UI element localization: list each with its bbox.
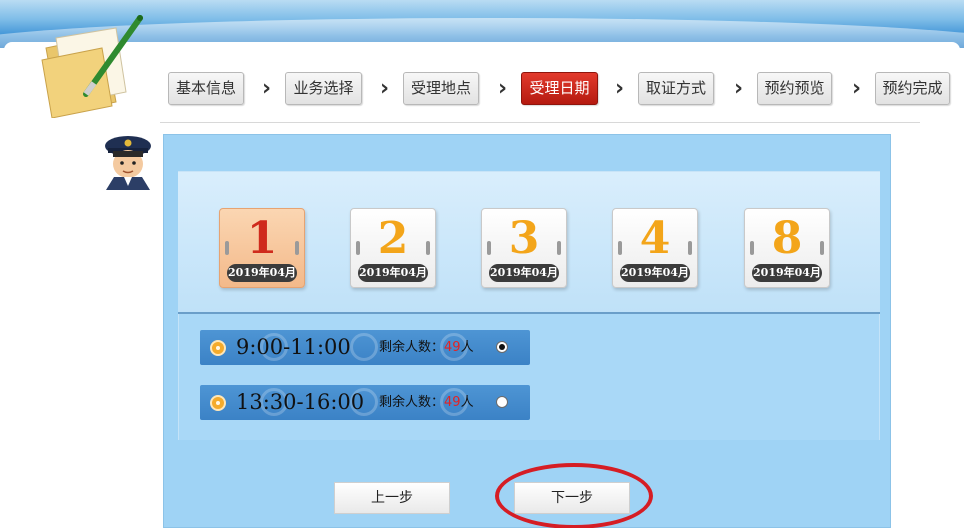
remaining-count: 49 — [444, 340, 461, 355]
date-month: 2019年04月 — [227, 264, 297, 282]
chevron-right-icon: › — [734, 76, 744, 101]
step-date[interactable]: 受理日期 — [521, 72, 598, 105]
clock-dot-icon — [210, 340, 226, 356]
remaining-label: 剩余人数： — [379, 395, 445, 410]
date-card-2[interactable]: 2 2019年04月 — [350, 208, 436, 288]
chevron-right-icon: › — [852, 76, 862, 101]
date-card-1[interactable]: 1 2019年04月 — [219, 208, 305, 288]
date-day: 2 — [377, 213, 409, 264]
date-card-3[interactable]: 3 2019年04月 — [481, 208, 567, 288]
chevron-right-icon: › — [615, 76, 625, 101]
date-month: 2019年04月 — [489, 264, 559, 282]
chevron-right-icon: › — [262, 76, 272, 101]
date-day: 1 — [246, 213, 278, 264]
folder-pen-icon — [41, 15, 143, 118]
date-day: 8 — [771, 213, 803, 264]
slot-radio[interactable] — [496, 341, 508, 353]
prev-step-button[interactable]: 上一步 — [334, 482, 450, 514]
date-card-8[interactable]: 8 2019年04月 — [744, 208, 830, 288]
chevron-right-icon: › — [498, 76, 508, 101]
step-basic-info[interactable]: 基本信息 — [168, 72, 244, 105]
remaining-label: 剩余人数： — [379, 340, 445, 355]
date-card-4[interactable]: 4 2019年04月 — [612, 208, 698, 288]
date-month: 2019年04月 — [752, 264, 822, 282]
step-navigation: 基本信息 › 业务选择 › 受理地点 › 受理日期 › 取证方式 › 预约预览 … — [168, 72, 958, 106]
slot-time: 13:30-16:00 — [236, 390, 365, 414]
watermark-icon — [350, 333, 378, 361]
date-month: 2019年04月 — [620, 264, 690, 282]
step-business-select[interactable]: 业务选择 — [285, 72, 362, 105]
remaining-count: 49 — [444, 395, 461, 410]
slot-radio[interactable] — [496, 396, 508, 408]
time-slot-morning[interactable]: 9:00-11:00 剩余人数：49人 — [200, 330, 530, 365]
step-preview[interactable]: 预约预览 — [757, 72, 832, 105]
remaining-unit: 人 — [460, 340, 474, 355]
remaining-unit: 人 — [460, 395, 474, 410]
slot-remaining: 剩余人数：49人 — [379, 394, 474, 412]
police-avatar-icon — [105, 136, 151, 190]
next-step-button[interactable]: 下一步 — [514, 482, 630, 514]
date-day: 3 — [508, 213, 540, 264]
step-location[interactable]: 受理地点 — [403, 72, 479, 105]
step-complete[interactable]: 预约完成 — [875, 72, 950, 105]
header-divider — [160, 122, 920, 123]
date-day: 4 — [639, 213, 671, 264]
slot-time: 9:00-11:00 — [236, 335, 351, 359]
chevron-right-icon: › — [380, 76, 390, 101]
clock-dot-icon — [210, 395, 226, 411]
date-month: 2019年04月 — [358, 264, 428, 282]
time-slot-afternoon[interactable]: 13:30-16:00 剩余人数：49人 — [200, 385, 530, 420]
slot-remaining: 剩余人数：49人 — [379, 339, 474, 357]
step-pickup-method[interactable]: 取证方式 — [638, 72, 714, 105]
